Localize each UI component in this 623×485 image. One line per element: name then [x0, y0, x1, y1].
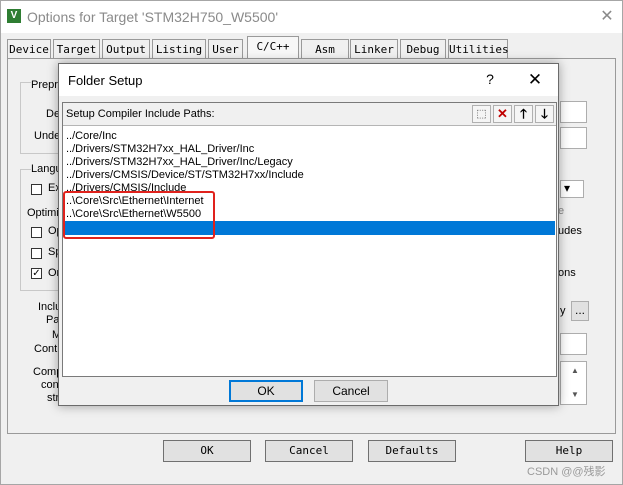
close-icon[interactable]: ✕: [525, 70, 545, 90]
tab-output[interactable]: Output: [102, 39, 150, 58]
right-fragment-y: y: [560, 305, 566, 317]
path-item[interactable]: ../Core/Inc: [64, 130, 555, 143]
keil-app-icon: V: [7, 9, 21, 23]
tab-user[interactable]: User: [208, 39, 243, 58]
annotation-highlight-box: [63, 191, 215, 239]
include-paths-header-label: Setup Compiler Include Paths:: [66, 108, 215, 120]
options-titlebar: V Options for Target 'STM32H750_W5500' ✕: [1, 1, 622, 33]
folder-setup-titlebar: Folder Setup ? ✕: [59, 64, 558, 96]
one-elf-checkbox[interactable]: ✓: [31, 268, 42, 279]
path-item[interactable]: ../Drivers/STM32H7xx_HAL_Driver/Inc: [64, 143, 555, 156]
undefine-input[interactable]: [560, 127, 587, 149]
chevron-down-icon: ▾: [564, 181, 571, 195]
split-sections-checkbox[interactable]: [31, 248, 42, 259]
tab-linker[interactable]: Linker: [350, 39, 398, 58]
path-item[interactable]: ../Drivers/CMSIS/Device/ST/STM32H7xx/Inc…: [64, 169, 555, 182]
options-help-button[interactable]: Help: [525, 440, 613, 462]
execute-only-checkbox[interactable]: [31, 184, 42, 195]
options-cancel-button[interactable]: Cancel: [265, 440, 353, 462]
tab-asm[interactable]: Asm: [301, 39, 349, 58]
language-dropdown[interactable]: ▾: [560, 180, 584, 198]
path-item[interactable]: ../Drivers/STM32H7xx_HAL_Driver/Inc/Lega…: [64, 156, 555, 169]
options-defaults-button[interactable]: Defaults: [368, 440, 456, 462]
options-close-icon[interactable]: ✕: [597, 7, 617, 27]
tab-cc[interactable]: C/C++: [247, 36, 299, 58]
right-fragment-ons: ons: [558, 267, 576, 279]
move-up-icon[interactable]: 🡑: [514, 105, 533, 123]
folder-setup-ok-button[interactable]: OK: [229, 380, 303, 402]
options-window-title: Options for Target 'STM32H750_W5500': [27, 9, 278, 25]
options-ok-button[interactable]: OK: [163, 440, 251, 462]
delete-icon[interactable]: ✕: [493, 105, 512, 123]
folder-setup-title: Folder Setup: [68, 73, 143, 88]
folder-setup-cancel-button[interactable]: Cancel: [314, 380, 388, 402]
scroll-down-icon[interactable]: ▼: [571, 390, 579, 399]
tab-device[interactable]: Device: [7, 39, 51, 58]
new-folder-icon[interactable]: ⬚: [472, 105, 491, 123]
tab-target[interactable]: Target: [53, 39, 100, 58]
help-icon[interactable]: ?: [482, 71, 498, 89]
misc-controls-input[interactable]: [560, 333, 587, 355]
control-label: con: [41, 379, 59, 391]
include-paths-header: Setup Compiler Include Paths: ⬚ ✕ 🡑 🡓: [63, 103, 556, 126]
right-fragment-udes: udes: [558, 225, 582, 237]
csdn-watermark: CSDN @@残影: [527, 466, 606, 478]
tab-debug[interactable]: Debug: [400, 39, 446, 58]
include-paths-list-frame: Setup Compiler Include Paths: ⬚ ✕ 🡑 🡓 ..…: [62, 102, 557, 377]
language-group-label: Langu: [31, 163, 62, 175]
define-input[interactable]: [560, 101, 587, 123]
undefine-label: Unde: [34, 130, 61, 142]
optimize-checkbox[interactable]: [31, 227, 42, 238]
tab-utilities[interactable]: Utilities: [448, 39, 509, 58]
compiler-string-box: ▲ ▼: [560, 361, 587, 405]
include-paths-browse-button[interactable]: ...: [571, 301, 589, 321]
controls-label: Contr: [34, 343, 61, 355]
tab-listing[interactable]: Listing: [152, 39, 206, 58]
move-down-icon[interactable]: 🡓: [535, 105, 554, 123]
scroll-up-icon[interactable]: ▲: [571, 366, 579, 375]
